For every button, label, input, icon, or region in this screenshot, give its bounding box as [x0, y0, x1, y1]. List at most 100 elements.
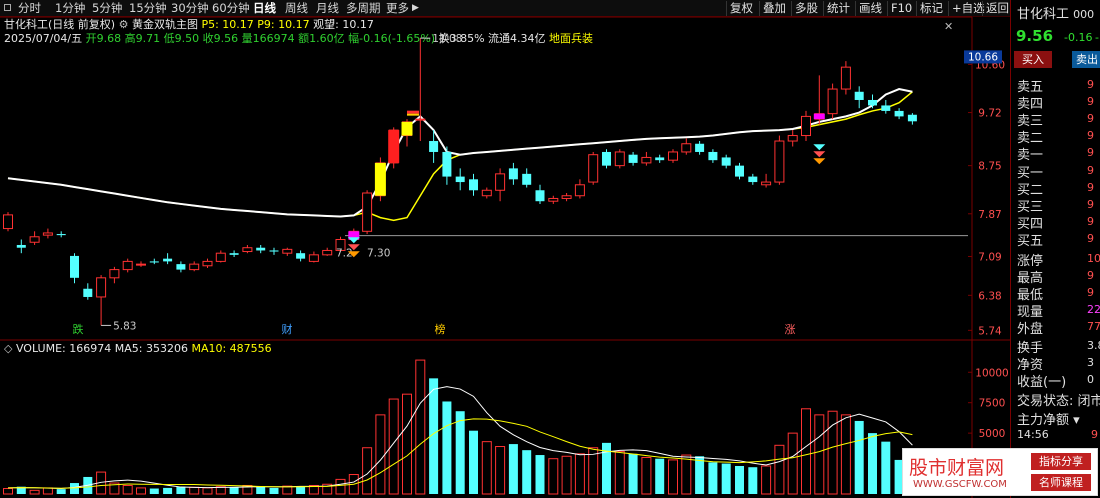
candle-body — [229, 253, 239, 255]
sell-level-value: 9 — [1087, 146, 1094, 159]
stat-row-value: 3.8 — [1087, 339, 1100, 352]
volume-bar — [814, 414, 825, 495]
watermark-tag-1: 指标分享 — [1031, 453, 1091, 470]
candle — [881, 99, 891, 114]
candle — [415, 38, 426, 142]
low-marker-label: 5.83 — [113, 320, 136, 332]
time-label: 14:56 — [1017, 428, 1049, 441]
candle — [83, 283, 93, 300]
candle-body — [602, 151, 611, 166]
candle — [907, 113, 917, 125]
candle-body — [122, 260, 133, 271]
collapse-icon[interactable]: ◇ — [4, 342, 12, 355]
volume-bar — [335, 478, 346, 495]
candle-body — [242, 247, 253, 253]
candle-body — [469, 179, 478, 191]
flag-marker — [407, 113, 419, 116]
candle-body — [695, 143, 705, 152]
candle-body — [907, 114, 917, 122]
candle — [29, 231, 40, 245]
candle-body — [70, 255, 79, 278]
candle-body — [614, 151, 625, 167]
candle-body — [748, 176, 758, 183]
candle-body — [868, 99, 877, 106]
candle-body — [215, 252, 226, 262]
candle-body — [362, 192, 373, 232]
candle-body — [455, 176, 465, 183]
candle-body — [854, 91, 864, 100]
volume-tick-label: 10000 — [975, 367, 1008, 379]
signal-candle — [401, 121, 413, 136]
candle-body — [442, 151, 452, 177]
panel-pct: - — [1095, 31, 1099, 44]
candle — [641, 151, 652, 166]
volume-bar — [202, 487, 213, 495]
high-marker-label: 11.08 — [432, 33, 462, 45]
candle-body — [840, 66, 851, 90]
volume-tick-label: 7500 — [979, 398, 1006, 410]
candle-body — [16, 244, 26, 248]
current-price-tag-label: 10.66 — [968, 51, 998, 63]
candle — [628, 151, 638, 166]
volume-bar — [149, 488, 159, 494]
trade-status: 交易状态: 闭市 — [1017, 394, 1100, 409]
candle — [109, 266, 120, 284]
buy-button[interactable]: 买入 — [1014, 51, 1052, 68]
watermark-url: WWW.GSCFW.COM — [913, 479, 1007, 490]
price-tick-label: 6.38 — [978, 290, 1001, 302]
volume-bar — [495, 446, 506, 495]
candle — [136, 261, 146, 267]
net-flow-dropdown[interactable]: 主力净额 ▾ — [1017, 409, 1080, 428]
watermark-title: 股市财富网 — [909, 457, 1005, 479]
buy-level-value: 9 — [1087, 181, 1094, 194]
volume-bar — [296, 486, 306, 494]
stat-row-value: 10 — [1087, 252, 1100, 265]
candle — [894, 108, 904, 120]
volume-bar — [469, 430, 478, 494]
signal-candle — [388, 130, 400, 163]
candle — [469, 173, 478, 196]
candle — [362, 190, 373, 235]
app-window: 分时 1分钟 5分钟 15分钟 30分钟 60分钟 日线 周线 月线 多周期 更… — [0, 0, 1100, 498]
candle-body — [787, 135, 798, 142]
volume-bar — [415, 359, 426, 495]
candle-body — [708, 151, 718, 161]
candle — [481, 187, 492, 199]
sell-button[interactable]: 卖出 — [1072, 51, 1100, 68]
price-tick-label: 9.72 — [978, 108, 1001, 120]
stat-row-value: 3 — [1087, 356, 1094, 369]
event-marker: 榜 — [435, 322, 446, 336]
candle — [854, 86, 864, 109]
candle-body — [522, 173, 532, 185]
buy-level-value: 9 — [1087, 215, 1094, 228]
candle — [176, 261, 186, 273]
candle-body — [3, 214, 13, 230]
volume-tick-label: 5000 — [979, 428, 1006, 440]
candle-body — [202, 260, 213, 267]
candle-body — [561, 195, 572, 199]
candle-body — [429, 141, 439, 152]
volume-bar — [375, 414, 386, 495]
candle-body — [176, 264, 186, 270]
volume-bar — [641, 456, 652, 495]
ma10-label: MA10: 487556 — [191, 342, 272, 355]
panel-change: -0.16 — [1064, 31, 1093, 44]
price-tick-label: 8.75 — [978, 161, 1001, 173]
support-label-b: 7.30 — [367, 247, 390, 259]
candle-body — [668, 151, 678, 161]
candle — [229, 250, 239, 258]
kline-chart[interactable]: 11.085.837.2 7.30跌财榜涨 10.609.728.757.877.… — [0, 0, 1010, 498]
volume-bar — [402, 393, 412, 495]
volume-header: ◇ VOLUME: 166974 MA5: 353206 MA10: 48755… — [4, 342, 272, 356]
buy-level-value: 9 — [1087, 164, 1094, 177]
candle-body — [415, 118, 426, 121]
volume-bar — [548, 458, 559, 495]
volume-bar — [442, 401, 452, 494]
candle-body — [894, 110, 904, 117]
stat-row-value: 0 — [1087, 373, 1094, 386]
candle-body — [481, 189, 492, 197]
candle-body — [282, 248, 293, 254]
candle — [122, 258, 133, 273]
candle — [695, 141, 705, 155]
candle-body — [548, 197, 559, 202]
